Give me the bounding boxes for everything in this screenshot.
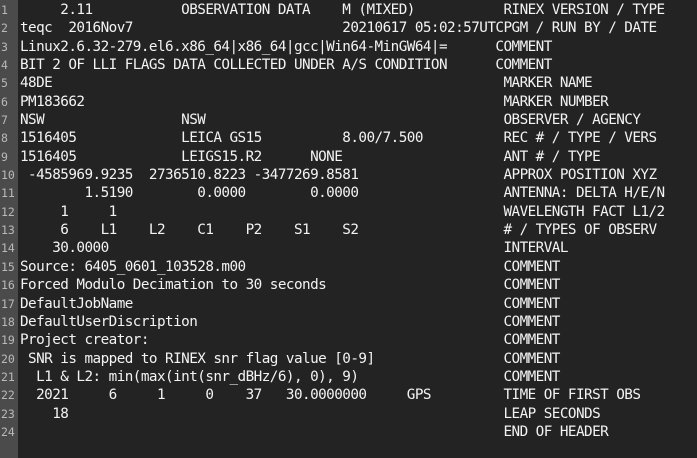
- line-text[interactable]: Source: 6405_0601_103528.m00 COMMENT: [20, 258, 560, 276]
- line-text[interactable]: Project creator: COMMENT: [20, 331, 560, 349]
- line-number: 8: [0, 129, 18, 148]
- line-number: 19: [0, 331, 18, 350]
- line-text[interactable]: DefaultJobName COMMENT: [20, 295, 560, 313]
- line-text[interactable]: 6 L1 L2 C1 P2 S1 S2 # / TYPES OF OBSERV: [20, 221, 657, 239]
- line-number: 24: [0, 422, 18, 442]
- editor-line[interactable]: 12 1 1 WAVELENGTH FACT L1/2: [0, 202, 697, 222]
- editor-line[interactable]: 21 L1 & L2: min(max(int(snr_dBHz/6), 0),…: [0, 367, 697, 387]
- line-text[interactable]: 1516405 LEICA GS15 8.00/7.500 REC # / TY…: [20, 129, 657, 147]
- line-text[interactable]: L1 & L2: min(max(int(snr_dBHz/6), 0), 9)…: [20, 368, 560, 386]
- line-number: 6: [0, 92, 18, 112]
- line-number: 23: [0, 404, 18, 423]
- line-number: 16: [0, 276, 18, 295]
- line-text[interactable]: NSW NSW OBSERVER / AGENCY: [20, 111, 641, 129]
- line-number: 22: [0, 386, 18, 405]
- line-text[interactable]: Linux2.6.32-279.el6.x86_64|x86_64|gcc|Wi…: [20, 38, 552, 56]
- editor-lines: 1 2.11 OBSERVATION DATA M (MIXED) RINEX …: [0, 1, 697, 442]
- line-number: 13: [0, 221, 18, 240]
- line-text[interactable]: teqc 2016Nov7 20210617 05:02:57UTCPGM / …: [20, 19, 657, 37]
- line-text[interactable]: 2021 6 1 0 37 30.0000000 GPS TIME OF FIR…: [20, 386, 641, 404]
- editor-line[interactable]: 6 PM183662 MARKER NUMBER: [0, 92, 697, 112]
- editor-line[interactable]: 14 30.0000 INTERVAL: [0, 239, 697, 258]
- line-number: 10: [0, 166, 18, 185]
- line-number: 4: [0, 56, 18, 75]
- editor-line[interactable]: 22 2021 6 1 0 37 30.0000000 GPS TIME OF …: [0, 386, 697, 405]
- line-text[interactable]: END OF HEADER: [20, 423, 608, 441]
- editor-line[interactable]: 2 teqc 2016Nov7 20210617 05:02:57UTCPGM /…: [0, 19, 697, 38]
- line-text[interactable]: 48DE MARKER NAME: [20, 74, 593, 92]
- line-number: 18: [0, 312, 18, 332]
- line-text[interactable]: DefaultUserDiscription COMMENT: [20, 313, 560, 331]
- line-text[interactable]: -4585969.9235 2736510.8223 -3477269.8581…: [20, 166, 657, 184]
- line-number: 5: [0, 74, 18, 93]
- line-number: 3: [0, 37, 18, 57]
- line-number: 1: [0, 1, 18, 20]
- line-text[interactable]: 1516405 LEIGS15.R2 NONE ANT # / TYPE: [20, 148, 601, 166]
- editor-line[interactable]: 11 1.5190 0.0000 0.0000 ANTENNA: DELTA H…: [0, 184, 697, 203]
- editor-line[interactable]: 20 SNR is mapped to RINEX snr flag value…: [0, 349, 697, 368]
- line-text[interactable]: PM183662 MARKER NUMBER: [20, 93, 609, 111]
- text-editor[interactable]: 1 2.11 OBSERVATION DATA M (MIXED) RINEX …: [0, 0, 697, 458]
- editor-line[interactable]: 3 Linux2.6.32-279.el6.x86_64|x86_64|gcc|W…: [0, 37, 697, 57]
- editor-line[interactable]: 15 Source: 6405_0601_103528.m00 COMMENT: [0, 257, 697, 277]
- editor-line[interactable]: 24 END OF HEADER: [0, 422, 697, 442]
- line-text[interactable]: 18 LEAP SECONDS: [20, 405, 600, 423]
- editor-line[interactable]: 16 Forced Modulo Decimation to 30 seconds…: [0, 276, 697, 295]
- editor-line[interactable]: 10 -4585969.9235 2736510.8223 -3477269.8…: [0, 166, 697, 185]
- line-number: 12: [0, 202, 18, 222]
- line-number: 17: [0, 294, 18, 313]
- line-number: 21: [0, 367, 18, 387]
- editor-line[interactable]: 19 Project creator: COMMENT: [0, 331, 697, 350]
- line-text[interactable]: 30.0000 INTERVAL: [20, 239, 568, 257]
- line-text[interactable]: BIT 2 OF LLI FLAGS DATA COLLECTED UNDER …: [20, 56, 552, 74]
- editor-line[interactable]: 7 NSW NSW OBSERVER / AGENCY: [0, 111, 697, 130]
- line-number: 2: [0, 19, 18, 38]
- line-text[interactable]: 1.5190 0.0000 0.0000 ANTENNA: DELTA H/E/…: [20, 184, 665, 202]
- line-number: 20: [0, 349, 18, 368]
- line-text[interactable]: SNR is mapped to RINEX snr flag value [0…: [20, 350, 560, 368]
- line-text[interactable]: 2.11 OBSERVATION DATA M (MIXED) RINEX VE…: [20, 1, 665, 19]
- line-number: 11: [0, 184, 18, 203]
- editor-line[interactable]: 13 6 L1 L2 C1 P2 S1 S2 # / TYPES OF OBSE…: [0, 221, 697, 240]
- editor-line[interactable]: 5 48DE MARKER NAME: [0, 74, 697, 93]
- editor-line[interactable]: 9 1516405 LEIGS15.R2 NONE ANT # / TYPE: [0, 147, 697, 167]
- editor-line[interactable]: 4 BIT 2 OF LLI FLAGS DATA COLLECTED UNDER…: [0, 56, 697, 75]
- editor-line[interactable]: 1 2.11 OBSERVATION DATA M (MIXED) RINEX …: [0, 1, 697, 20]
- editor-line[interactable]: 23 18 LEAP SECONDS: [0, 404, 697, 423]
- line-number: 7: [0, 111, 18, 130]
- line-text[interactable]: Forced Modulo Decimation to 30 seconds C…: [20, 276, 560, 294]
- editor-line[interactable]: 8 1516405 LEICA GS15 8.00/7.500 REC # / T…: [0, 129, 697, 148]
- editor-line[interactable]: 18 DefaultUserDiscription COMMENT: [0, 312, 697, 332]
- line-number: 9: [0, 147, 18, 167]
- line-number: 15: [0, 257, 18, 277]
- line-number: 14: [0, 239, 18, 258]
- line-text[interactable]: 1 1 WAVELENGTH FACT L1/2: [20, 203, 665, 221]
- editor-line[interactable]: 17 DefaultJobName COMMENT: [0, 294, 697, 313]
